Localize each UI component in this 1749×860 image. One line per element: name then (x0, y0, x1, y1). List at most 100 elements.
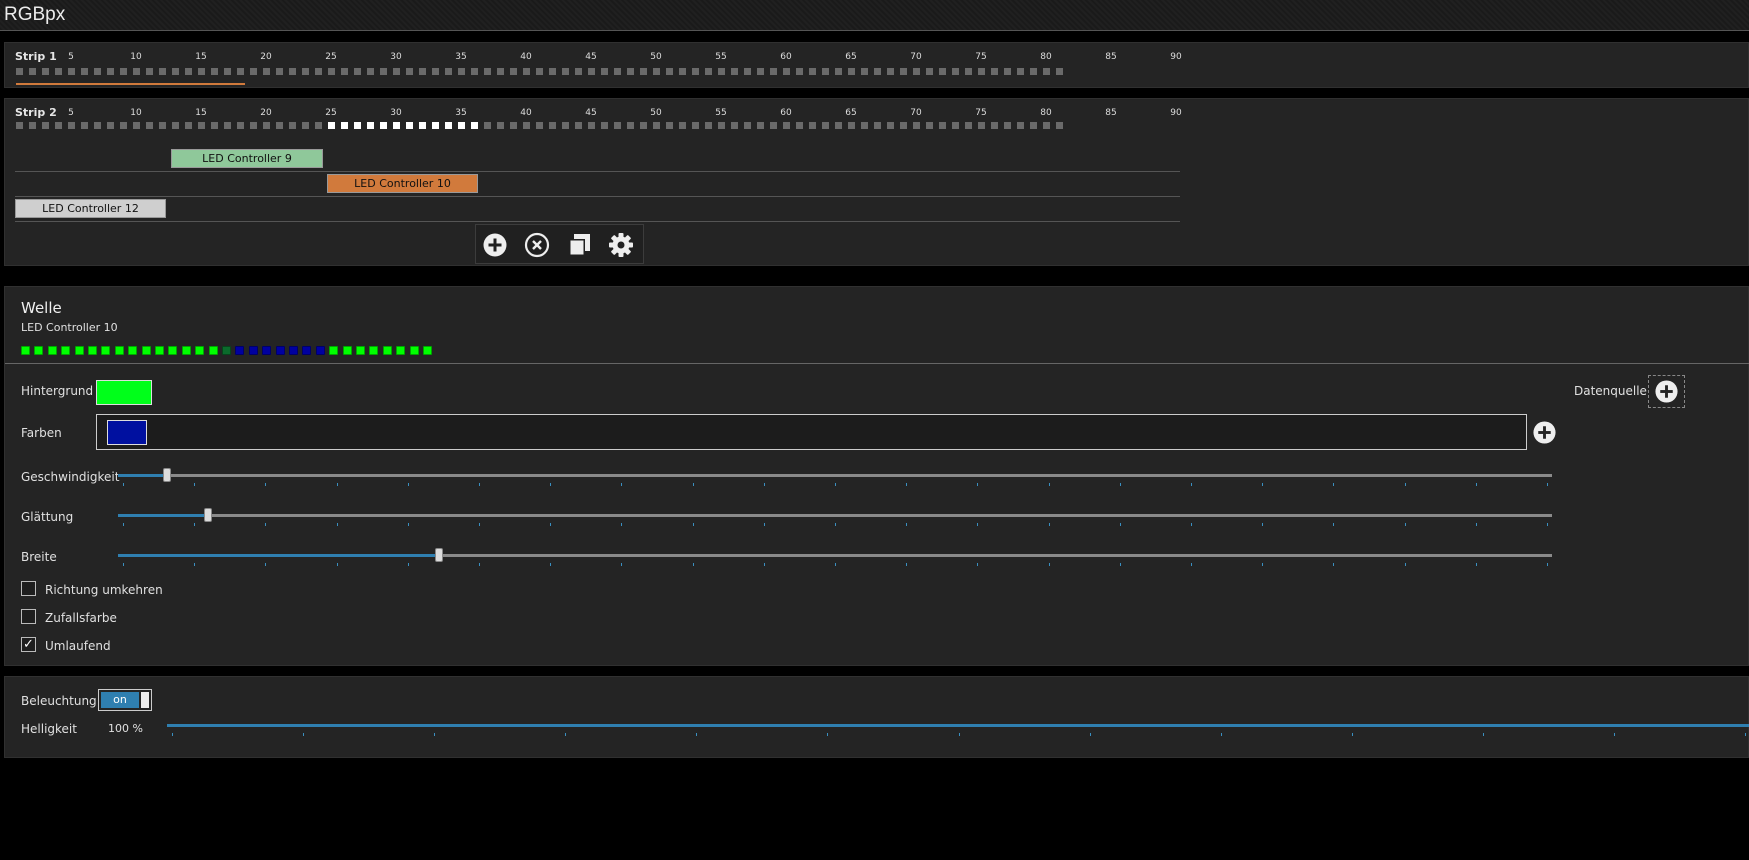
strip-led[interactable] (42, 68, 49, 75)
strip-led[interactable] (341, 68, 348, 75)
background-color-swatch[interactable] (96, 380, 152, 405)
strip-led[interactable] (185, 68, 192, 75)
strip-led[interactable] (29, 68, 36, 75)
strip-led[interactable] (1017, 68, 1024, 75)
lighting-toggle[interactable]: on (98, 689, 152, 711)
strip-led[interactable] (614, 122, 621, 129)
strip-led[interactable] (978, 122, 985, 129)
strip-led[interactable] (874, 122, 881, 129)
colors-list[interactable] (96, 414, 1527, 450)
datasource-add-button[interactable] (1648, 375, 1685, 408)
strip-led[interactable] (237, 68, 244, 75)
strip-led[interactable] (822, 68, 829, 75)
slider-thumb[interactable] (204, 508, 213, 522)
strip-led[interactable] (354, 122, 361, 129)
strip-led[interactable] (653, 122, 660, 129)
strip-led[interactable] (120, 122, 127, 129)
strip-led[interactable] (627, 68, 634, 75)
add-icon[interactable] (482, 232, 508, 258)
strip-led[interactable] (549, 122, 556, 129)
strip-led[interactable] (497, 122, 504, 129)
controller-9-bar[interactable]: LED Controller 9 (171, 149, 323, 168)
strip-led[interactable] (211, 122, 218, 129)
strip-led[interactable] (861, 68, 868, 75)
strip-led[interactable] (601, 122, 608, 129)
strip-led[interactable] (224, 68, 231, 75)
strip-led[interactable] (146, 122, 153, 129)
strip-led[interactable] (536, 122, 543, 129)
strip-led[interactable] (159, 68, 166, 75)
strip-led[interactable] (276, 68, 283, 75)
strip-led[interactable] (211, 68, 218, 75)
strip-led[interactable] (848, 122, 855, 129)
strip-led[interactable] (68, 122, 75, 129)
strip-led[interactable] (250, 68, 257, 75)
strip-led[interactable] (393, 68, 400, 75)
slider-thumb[interactable] (435, 548, 444, 562)
strip-led[interactable] (835, 122, 842, 129)
strip-led[interactable] (692, 122, 699, 129)
strip-led[interactable] (341, 122, 348, 129)
strip-led[interactable] (666, 122, 673, 129)
strip-led[interactable] (81, 122, 88, 129)
strip-led[interactable] (809, 68, 816, 75)
strip-led[interactable] (562, 68, 569, 75)
strip-led[interactable] (393, 122, 400, 129)
strip-led[interactable] (55, 68, 62, 75)
strip-led[interactable] (783, 68, 790, 75)
strip-led[interactable] (172, 122, 179, 129)
strip-led[interactable] (575, 68, 582, 75)
strip-led[interactable] (445, 122, 452, 129)
strip-led[interactable] (627, 122, 634, 129)
strip-led[interactable] (458, 68, 465, 75)
strip-led[interactable] (250, 122, 257, 129)
strip-led[interactable] (289, 68, 296, 75)
strip-led[interactable] (458, 122, 465, 129)
copy-icon[interactable] (566, 232, 592, 258)
strip-led[interactable] (588, 68, 595, 75)
slider-thumb[interactable] (162, 468, 171, 482)
strip-led[interactable] (263, 122, 270, 129)
strip-led[interactable] (822, 122, 829, 129)
strip-led[interactable] (432, 68, 439, 75)
strip-led[interactable] (55, 122, 62, 129)
strip-led[interactable] (315, 122, 322, 129)
strip-led[interactable] (419, 122, 426, 129)
strip-led[interactable] (367, 68, 374, 75)
strip-led[interactable] (484, 122, 491, 129)
strip-led[interactable] (406, 122, 413, 129)
strip-led[interactable] (445, 68, 452, 75)
loop-checkbox[interactable]: ✓ (21, 637, 36, 652)
remove-icon[interactable] (524, 232, 550, 258)
strip-led[interactable] (757, 68, 764, 75)
strip-led[interactable] (68, 68, 75, 75)
strip-led[interactable] (497, 68, 504, 75)
strip-led[interactable] (718, 68, 725, 75)
strip-led[interactable] (679, 68, 686, 75)
strip-led[interactable] (1030, 68, 1037, 75)
strip-led[interactable] (796, 68, 803, 75)
random-color-checkbox[interactable] (21, 609, 36, 624)
strip-led[interactable] (471, 122, 478, 129)
strip-led[interactable] (744, 68, 751, 75)
strip-led[interactable] (328, 68, 335, 75)
strip-led[interactable] (380, 122, 387, 129)
strip-led[interactable] (107, 68, 114, 75)
strip-led[interactable] (965, 122, 972, 129)
strip-led[interactable] (302, 122, 309, 129)
strip-led[interactable] (328, 122, 335, 129)
strip-led[interactable] (81, 68, 88, 75)
controller-12-bar[interactable]: LED Controller 12 (15, 199, 166, 218)
strip-led[interactable] (1056, 122, 1063, 129)
strip-led[interactable] (640, 68, 647, 75)
controller-10-bar[interactable]: LED Controller 10 (327, 174, 478, 193)
strip-led[interactable] (705, 122, 712, 129)
strip-led[interactable] (952, 122, 959, 129)
strip-led[interactable] (289, 122, 296, 129)
strip-led[interactable] (861, 122, 868, 129)
strip-led[interactable] (406, 68, 413, 75)
strip-led[interactable] (536, 68, 543, 75)
strip-led[interactable] (718, 122, 725, 129)
strip-led[interactable] (874, 68, 881, 75)
strip-led[interactable] (991, 122, 998, 129)
